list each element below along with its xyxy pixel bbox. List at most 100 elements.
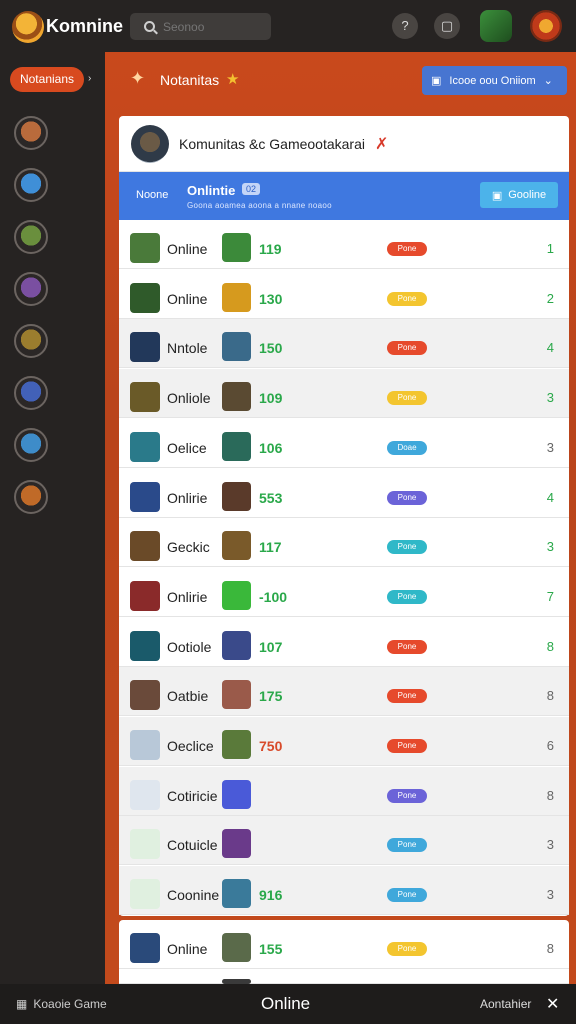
bottom-right-label[interactable]: Aontahier xyxy=(480,997,531,1011)
member-rank: 8 xyxy=(546,941,554,956)
search-input[interactable] xyxy=(163,19,253,34)
status-badge: Pone xyxy=(387,639,427,654)
member-rank: 2 xyxy=(546,290,554,306)
member-status: Cotiricie xyxy=(167,787,218,804)
community-avatar[interactable] xyxy=(14,116,48,150)
filter-online-label[interactable]: Onlintie xyxy=(187,183,235,198)
game-icon: ▦ xyxy=(16,997,28,1011)
table-row[interactable] xyxy=(119,969,569,984)
table-row[interactable]: Onliole 109 Pone 3 xyxy=(119,369,569,419)
member-status: Onlirie xyxy=(167,588,208,605)
member-avatar xyxy=(130,431,160,462)
filter-subtitle: Goona aoamea aoona a nnane noaoo xyxy=(187,201,332,210)
table-row[interactable]: Nntole 150 Pone 4 xyxy=(119,319,569,369)
chat-icon[interactable]: ▢ xyxy=(434,13,460,39)
member-score: 553 xyxy=(259,489,283,506)
member-rank: 6 xyxy=(546,738,554,753)
game-icon xyxy=(222,829,251,859)
filter-name-label: Noone xyxy=(136,189,169,201)
member-status: Oeclice xyxy=(167,738,214,754)
member-rank: 8 xyxy=(546,638,554,654)
community-avatar[interactable] xyxy=(14,168,48,202)
member-rank: 4 xyxy=(546,340,554,356)
member-avatar xyxy=(130,730,160,760)
member-score: 150 xyxy=(259,340,283,357)
filter-bar: Noone Onlintie 02 Goona aoamea aoona a n… xyxy=(119,172,569,220)
member-score: 117 xyxy=(259,539,282,556)
search-box[interactable] xyxy=(130,13,271,40)
table-row[interactable]: Ootiole 107 Pone 8 xyxy=(119,617,569,667)
table-row[interactable]: Coonine 916 Pone 3 xyxy=(119,866,569,916)
status-badge: Pone xyxy=(387,788,427,803)
member-status: Onliole xyxy=(167,390,211,407)
table-row[interactable]: Geckic 117 Pone 3 xyxy=(119,518,569,568)
close-icon[interactable]: ✕ xyxy=(546,994,559,1014)
section-title: Notanitas xyxy=(160,72,220,88)
star-icon: ★ xyxy=(226,71,240,88)
member-rank: 3 xyxy=(546,390,554,406)
game-icon xyxy=(222,431,251,461)
community-avatar[interactable] xyxy=(14,480,48,514)
game-icon xyxy=(222,680,251,710)
table-row[interactable]: Oatbie 175 Pone 8 xyxy=(119,667,569,717)
member-avatar xyxy=(130,233,160,263)
member-avatar xyxy=(130,829,160,860)
community-avatar[interactable] xyxy=(14,376,48,410)
game-icon xyxy=(222,630,251,660)
status-badge: Pone xyxy=(387,942,427,956)
community-avatar[interactable] xyxy=(14,324,48,358)
community-avatar[interactable] xyxy=(14,220,48,254)
member-score: 107 xyxy=(259,638,283,655)
member-status: Oelice xyxy=(167,439,207,456)
game-icon xyxy=(222,382,251,412)
table-row[interactable]: Onlirie -100 Pone 7 xyxy=(119,567,569,617)
bottom-left-label: Koaoie Game xyxy=(33,997,107,1011)
member-avatar xyxy=(130,879,160,910)
member-score: 155 xyxy=(259,941,283,957)
member-avatar xyxy=(130,531,160,562)
game-icon xyxy=(222,933,251,962)
table-row[interactable]: Online 130 Pone 2 xyxy=(119,269,569,319)
status-badge: Pone xyxy=(387,838,427,853)
member-score: 916 xyxy=(259,887,283,904)
member-avatar xyxy=(130,382,160,413)
close-icon[interactable]: ✗ xyxy=(375,134,388,154)
member-avatar xyxy=(130,481,160,512)
online-count-badge: 02 xyxy=(242,183,261,195)
game-icon xyxy=(222,332,251,362)
table-row[interactable]: Oelice 106 Doae 3 xyxy=(119,418,569,468)
bottom-left[interactable]: ▦ Koaoie Game xyxy=(16,997,107,1011)
member-score: 106 xyxy=(259,439,283,456)
status-badge: Pone xyxy=(387,888,427,903)
member-status: Cotuicle xyxy=(167,837,218,854)
table-row[interactable]: Online 119 Pone 1 xyxy=(119,220,569,269)
table-row[interactable]: Online 155 Pone 8 xyxy=(119,920,569,969)
member-status: Online xyxy=(167,941,208,957)
table-row[interactable]: Oeclice 750 Pone 6 xyxy=(119,717,569,766)
community-avatar[interactable] xyxy=(14,428,48,462)
online-filter-button[interactable]: ▣ Gooline xyxy=(480,182,558,208)
community-avatar[interactable] xyxy=(14,272,48,306)
status-badge: Pone xyxy=(387,391,427,406)
settings-gear-icon[interactable] xyxy=(530,10,562,42)
chevron-right-icon[interactable]: › xyxy=(88,73,91,84)
table-row[interactable]: Onlirie 553 Pone 4 xyxy=(119,468,569,518)
table-row[interactable]: Cotiricie Pone 8 xyxy=(119,766,569,816)
game-icon xyxy=(222,282,251,312)
table-row[interactable]: Cotuicle Pone 3 xyxy=(119,816,569,866)
user-icon: ▣ xyxy=(431,75,442,87)
member-avatar xyxy=(130,630,160,661)
member-status: Ootiole xyxy=(167,638,212,655)
app-brand: Komnine xyxy=(46,16,124,36)
user-icon: ▣ xyxy=(491,189,503,202)
profile-avatar[interactable] xyxy=(480,10,512,42)
bottom-bar: ▦ Koaoie Game Online Aontahier ✕ xyxy=(0,984,576,1024)
member-score: 119 xyxy=(259,241,282,257)
member-avatar xyxy=(130,282,160,313)
notifications-pill[interactable]: Notanians xyxy=(10,67,84,92)
app-logo-icon[interactable] xyxy=(12,11,44,43)
help-icon[interactable]: ? xyxy=(392,13,418,39)
status-badge: Pone xyxy=(387,540,427,555)
member-avatar xyxy=(130,680,160,711)
section-action-button[interactable]: ▣ Icooe oou Oniiom ⌄ xyxy=(422,66,567,95)
